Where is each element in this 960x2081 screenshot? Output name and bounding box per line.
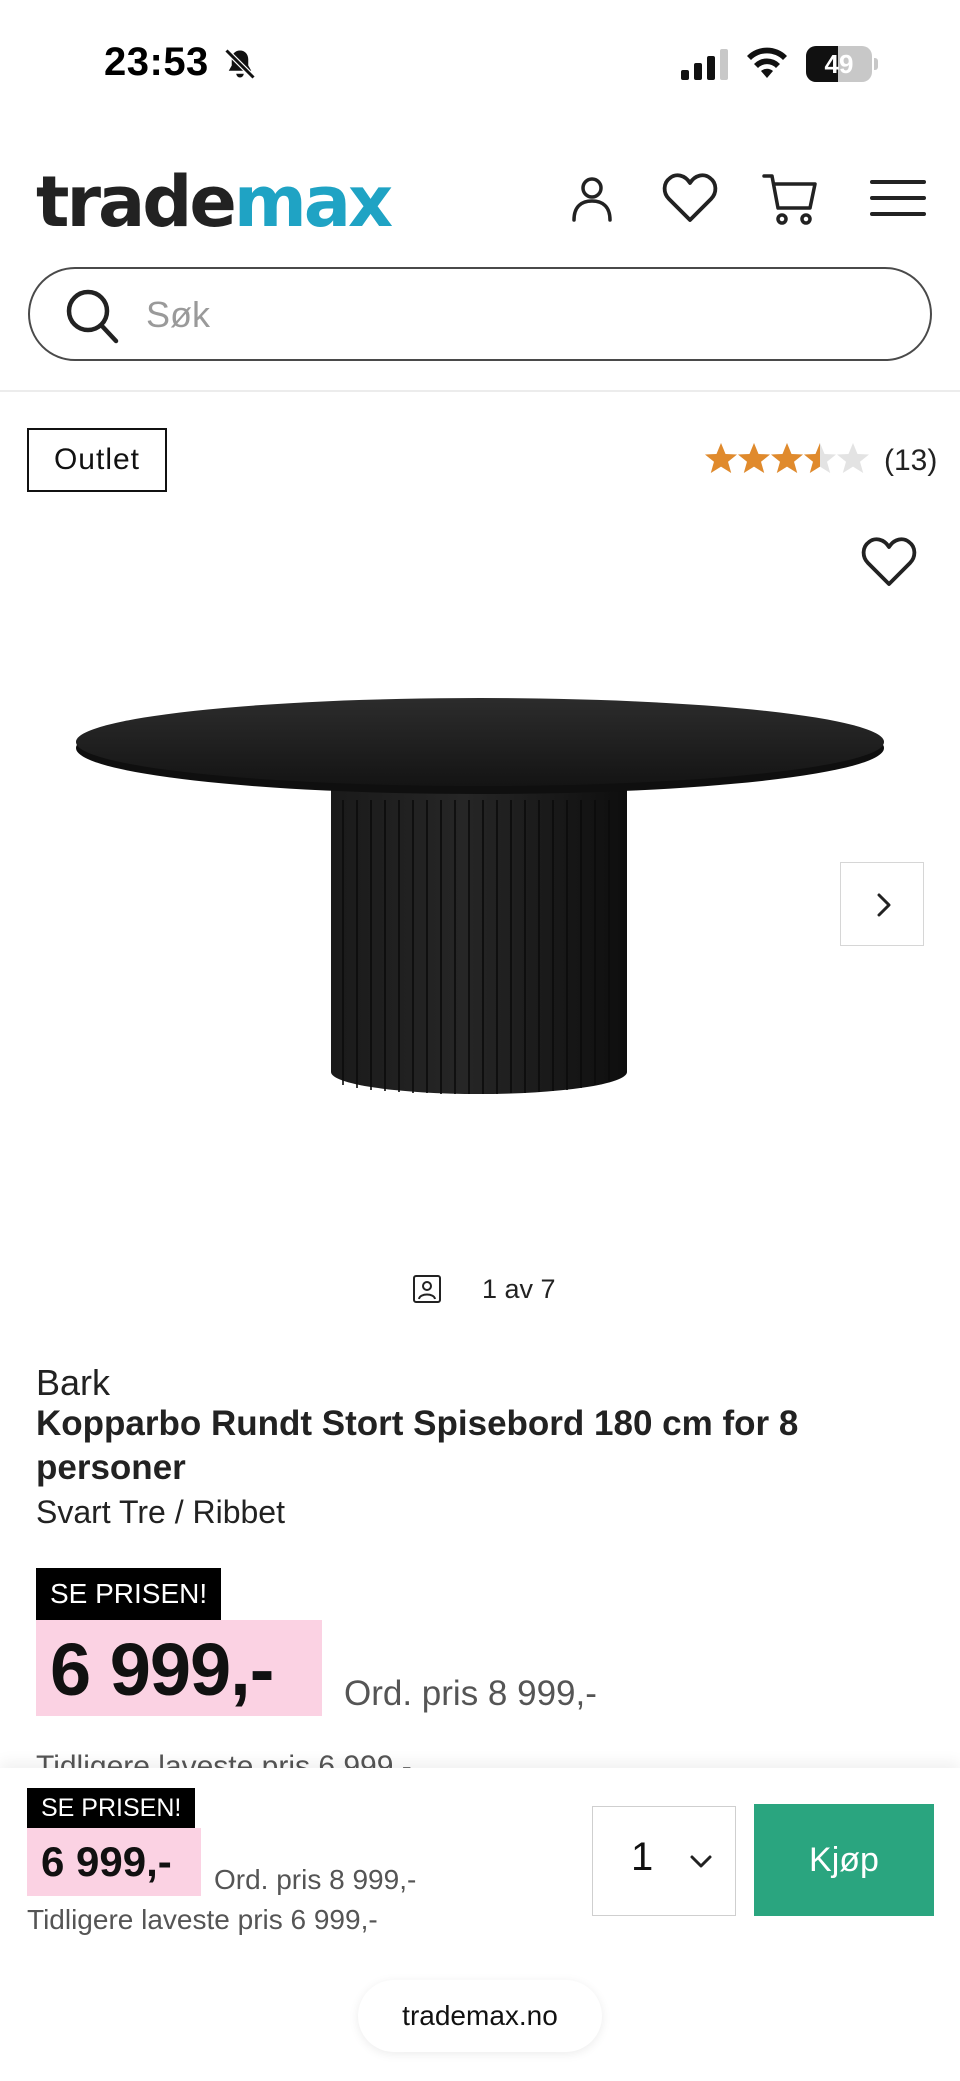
add-to-wishlist-heart-icon[interactable] (860, 535, 918, 587)
site-header: trademax (0, 150, 960, 250)
status-bar: 23:53 49 (0, 0, 960, 130)
buy-button[interactable]: Kjøp (754, 1804, 934, 1916)
header-divider (0, 390, 960, 392)
quantity-select[interactable]: 1 (592, 1806, 736, 1916)
price-box: 6 999,- (36, 1620, 322, 1716)
rating-star (705, 443, 737, 473)
image-gallery-icon (413, 1275, 441, 1303)
wifi-icon (747, 47, 787, 78)
bell-slash-icon (224, 48, 256, 80)
next-image-button[interactable] (840, 862, 924, 946)
logo-part-max: max (233, 161, 393, 243)
rating-star (804, 443, 836, 473)
product-price: 6 999,- (50, 1628, 274, 1711)
sticky-ordinary-price: Ord. pris 8 999,- (214, 1864, 417, 1895)
sticky-promo-label: SE PRISEN! (27, 1788, 196, 1828)
product-rating[interactable]: (13) (700, 440, 940, 480)
rating-stars (705, 443, 869, 473)
logo-part-trade: trade (36, 161, 237, 243)
battery-icon: 49 (806, 46, 878, 82)
status-time: 23:53 (104, 40, 209, 84)
rating-star (738, 443, 770, 473)
product-title: Kopparbo Rundt Stort Spisebord 180 cm fo… (36, 1404, 799, 1487)
trademax-logo[interactable]: trademax (36, 161, 393, 243)
search-bar[interactable] (28, 267, 932, 361)
chevron-right-icon (877, 893, 891, 917)
quantity-value: 1 (631, 1835, 654, 1879)
cellular-signal-icon (681, 49, 728, 80)
product-image-round-dining-table[interactable] (60, 690, 890, 1110)
sticky-price: 6 999,- (41, 1838, 172, 1885)
outlet-badge: Outlet (27, 428, 167, 492)
chevron-down-icon (690, 1855, 712, 1868)
sticky-price-box: 6 999,- (27, 1828, 201, 1896)
sticky-previous-lowest-price: Tidligere laveste pris 6 999,- (27, 1904, 378, 1935)
gallery-counter[interactable]: 1 av 7 (412, 1272, 572, 1306)
cart-icon[interactable] (760, 168, 820, 228)
menu-icon[interactable] (868, 168, 928, 228)
product-brand: Bark (36, 1362, 111, 1403)
gallery-counter-text: 1 av 7 (482, 1274, 556, 1304)
user-icon[interactable] (562, 168, 622, 228)
browser-url-pill[interactable]: trademax.no (358, 1980, 602, 2052)
heart-icon[interactable] (660, 168, 720, 228)
search-input[interactable] (146, 287, 886, 343)
promo-label: SE PRISEN! (36, 1568, 222, 1620)
rating-star (771, 443, 803, 473)
search-icon (66, 289, 119, 344)
product-variant: Svart Tre / Ribbet (36, 1494, 285, 1530)
ordinary-price: Ord. pris 8 999,- (344, 1674, 597, 1713)
rating-count: (13) (884, 444, 938, 477)
rating-star (837, 443, 869, 473)
battery-level: 49 (824, 49, 854, 79)
